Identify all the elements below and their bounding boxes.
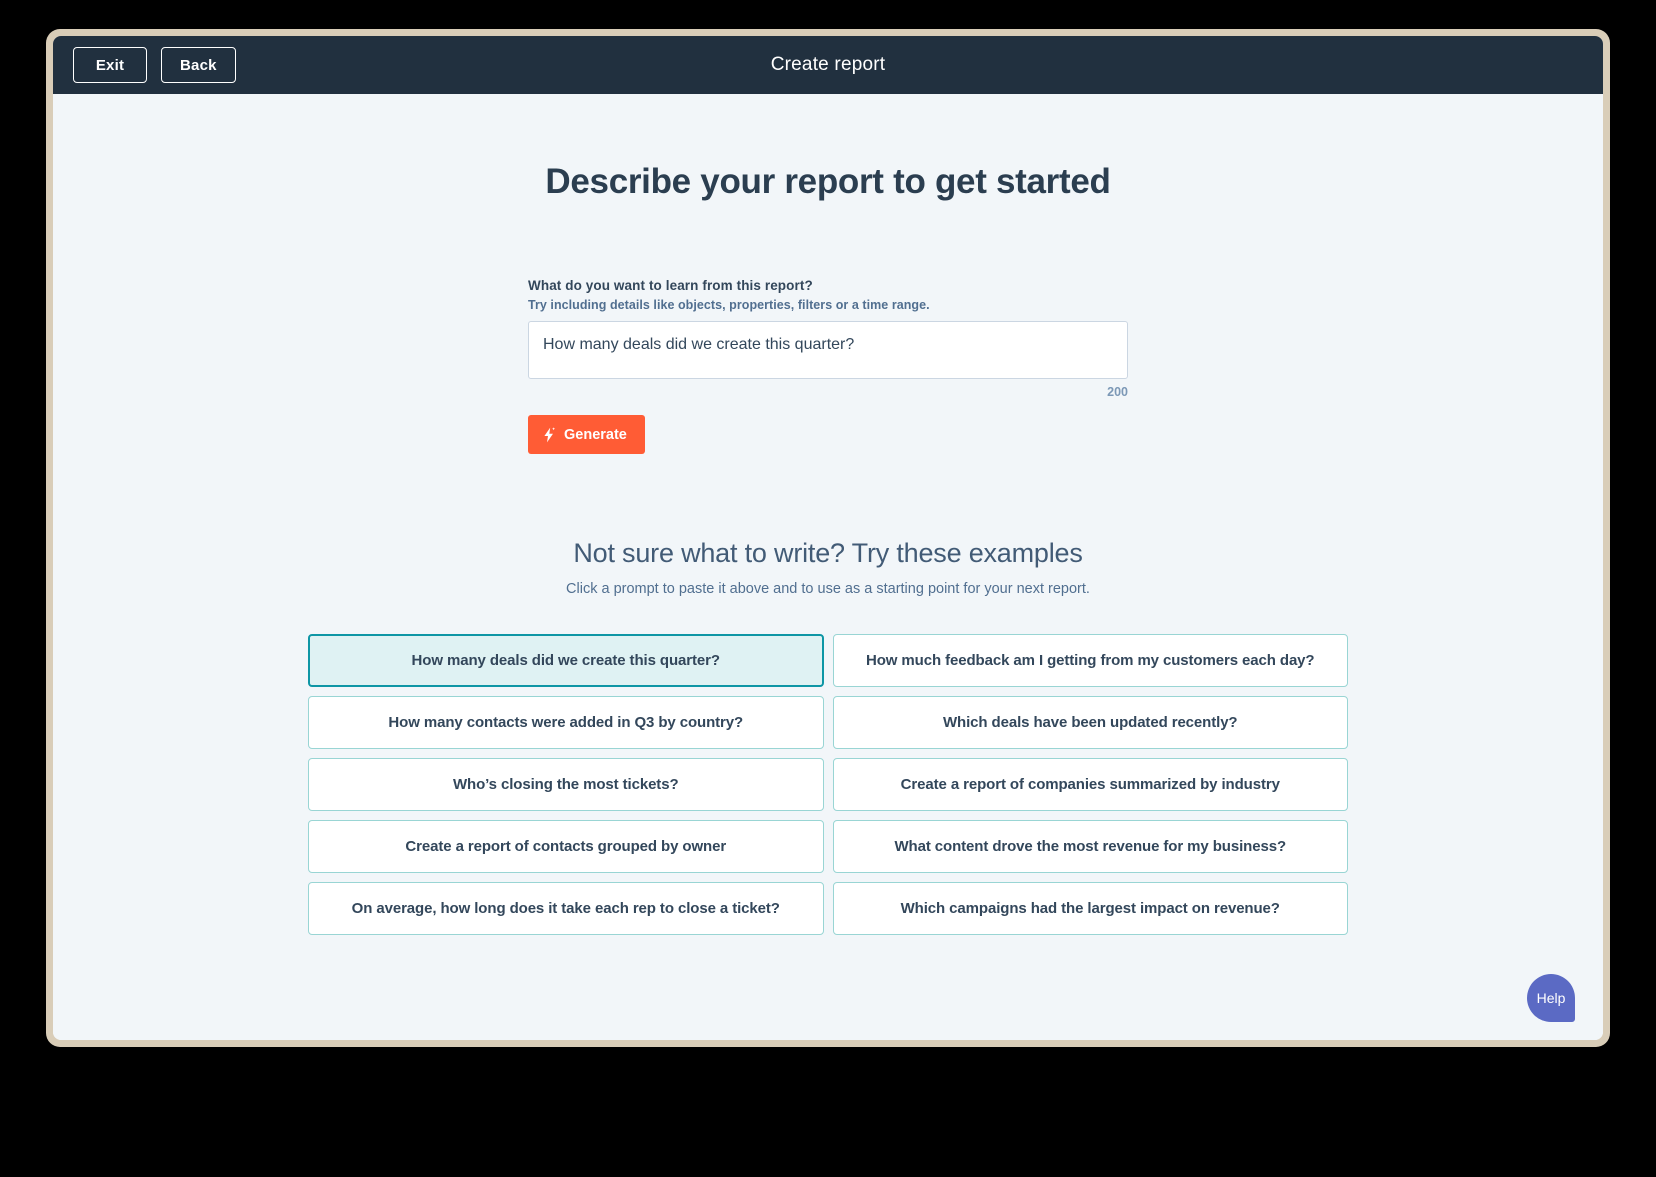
top-navigation-bar: Exit Back Create report	[53, 36, 1603, 94]
prompt-field-hint: Try including details like objects, prop…	[528, 298, 930, 312]
example-prompt-card[interactable]: Create a report of companies summarized …	[832, 758, 1348, 811]
report-prompt-form: What do you want to learn from this repo…	[528, 202, 1128, 454]
example-prompt-card[interactable]: What content drove the most revenue for …	[832, 820, 1348, 873]
example-prompt-card[interactable]: Which campaigns had the largest impact o…	[832, 882, 1348, 935]
example-prompt-grid: How many deals did we create this quarte…	[308, 634, 1348, 935]
example-prompt-card[interactable]: Create a report of contacts grouped by o…	[308, 820, 824, 873]
help-button[interactable]: Help	[1527, 974, 1575, 1022]
app-window: Exit Back Create report Describe your re…	[53, 36, 1603, 1040]
prompt-input[interactable]	[528, 321, 1128, 379]
example-prompt-card[interactable]: How many deals did we create this quarte…	[308, 634, 824, 687]
prompt-field-label: What do you want to learn from this repo…	[528, 278, 813, 293]
exit-button[interactable]: Exit	[73, 47, 147, 83]
help-button-label: Help	[1536, 990, 1566, 1006]
example-prompt-card[interactable]: How much feedback am I getting from my c…	[832, 634, 1348, 687]
example-prompt-card[interactable]: Which deals have been updated recently?	[832, 696, 1348, 749]
generate-button-label: Generate	[564, 426, 627, 443]
desktop-background: Exit Back Create report Describe your re…	[0, 0, 1656, 1177]
examples-subtitle: Click a prompt to paste it above and to …	[566, 581, 1090, 597]
page-title: Describe your report to get started	[545, 162, 1111, 201]
example-prompt-card[interactable]: On average, how long does it take each r…	[308, 882, 824, 935]
examples-title: Not sure what to write? Try these exampl…	[573, 538, 1083, 568]
example-prompt-card[interactable]: Who’s closing the most tickets?	[308, 758, 824, 811]
window-title: Create report	[770, 54, 886, 75]
back-button[interactable]: Back	[161, 47, 236, 83]
character-counter: 200	[1107, 385, 1128, 399]
generate-button[interactable]: Generate	[528, 415, 645, 454]
main-content: Describe your report to get started What…	[53, 94, 1603, 1040]
app-window-frame: Exit Back Create report Describe your re…	[46, 29, 1610, 1047]
example-prompt-card[interactable]: How many contacts were added in Q3 by co…	[308, 696, 824, 749]
examples-section: Not sure what to write? Try these exampl…	[53, 538, 1603, 935]
lightning-bolt-icon	[542, 426, 556, 443]
